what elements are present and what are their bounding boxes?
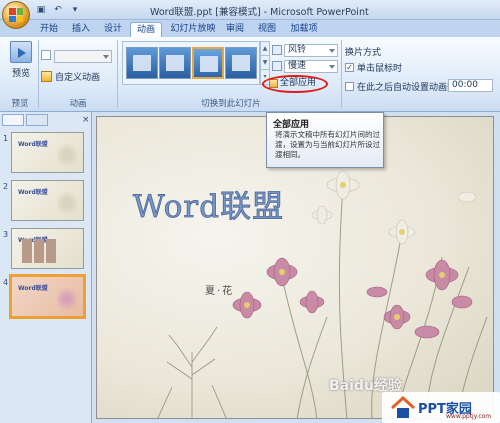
tab-slides[interactable] bbox=[2, 114, 24, 126]
transition-sound-row bbox=[272, 45, 282, 55]
group-divider bbox=[117, 40, 118, 108]
slide-number: 3 bbox=[3, 230, 9, 239]
tab-insert[interactable]: 插入 bbox=[68, 22, 94, 37]
animation-icon bbox=[41, 50, 51, 60]
transition-sound-select[interactable]: 风铃 bbox=[284, 44, 338, 57]
custom-animation-icon bbox=[41, 71, 52, 82]
flower-image bbox=[57, 285, 77, 313]
slide-thumbnail-1[interactable]: Word联盟 bbox=[11, 132, 84, 173]
ribbon-tabs: 开始 插入 设计 动画 幻灯片放映 审阅 视图 加载项 bbox=[0, 20, 500, 37]
transition-speed-value: 慢速 bbox=[288, 61, 307, 71]
transition-option-2[interactable] bbox=[159, 47, 191, 79]
speed-icon bbox=[272, 61, 282, 71]
preview-button-label: 预览 bbox=[11, 69, 30, 79]
transition-sound-value: 风铃 bbox=[288, 45, 307, 55]
chevron-down-icon bbox=[329, 49, 335, 53]
slide-thumbnail-2[interactable]: Word联盟 bbox=[11, 180, 84, 221]
slide-number: 2 bbox=[3, 182, 9, 191]
ribbon: 预览 预览 自定义动画 动画 ▲ ▼ ▾ 风铃 慢速 全部应用 切换到此幻灯片 bbox=[0, 37, 500, 112]
tab-home[interactable]: 开始 bbox=[36, 22, 62, 37]
slides-panel: × 1 Word联盟 2 Word联盟 3 Word联盟 4 Word联盟 bbox=[0, 112, 92, 423]
tab-view[interactable]: 视图 bbox=[254, 22, 280, 37]
office-logo-icon bbox=[9, 8, 23, 22]
slide-title[interactable]: Word联盟 bbox=[133, 181, 284, 226]
advance-slide-title: 换片方式 bbox=[345, 48, 382, 58]
auto-advance-time-input[interactable]: 00:00 bbox=[448, 79, 493, 92]
preview-button[interactable]: 预览 bbox=[6, 41, 36, 87]
animation-group-label: 动画 bbox=[69, 99, 87, 109]
auto-advance-checkbox[interactable] bbox=[345, 82, 354, 91]
close-icon[interactable]: × bbox=[82, 115, 90, 125]
title-bar: ▣ ↶ ▾ Word联盟.ppt [兼容模式] - Microsoft Powe… bbox=[0, 0, 500, 20]
transition-icon bbox=[232, 55, 250, 71]
slide-number: 1 bbox=[3, 134, 9, 143]
custom-animation-label: 自定义动画 bbox=[55, 73, 101, 83]
slide-subtitle[interactable]: 夏·花 bbox=[205, 282, 234, 297]
window-title: Word联盟.ppt [兼容模式] - Microsoft PowerPoint bbox=[150, 7, 369, 18]
transition-option-1[interactable] bbox=[126, 47, 158, 79]
sound-icon bbox=[272, 45, 282, 55]
brand-url: www.pptjy.com bbox=[446, 413, 492, 420]
tab-slideshow[interactable]: 幻灯片放映 bbox=[168, 22, 218, 37]
apply-all-tooltip: 全部应用 将演示文稿中所有幻灯片间的过渡，设置为与当前幻灯片所设过渡相同。 bbox=[266, 112, 384, 168]
house-logo-icon bbox=[390, 396, 416, 418]
highlight-ring bbox=[262, 75, 328, 93]
scroll-down-icon[interactable]: ▼ bbox=[261, 56, 269, 70]
transition-gallery bbox=[122, 41, 260, 85]
transition-icon bbox=[133, 55, 151, 71]
slide-number: 4 bbox=[3, 278, 9, 287]
group-divider bbox=[341, 40, 342, 108]
ppt-jiayuan-logo: PPT家园 www.pptjy.com bbox=[382, 392, 500, 423]
transition-option-3[interactable] bbox=[192, 47, 224, 79]
scroll-up-icon[interactable]: ▲ bbox=[261, 42, 269, 56]
chevron-down-icon bbox=[329, 65, 335, 69]
tab-addins[interactable]: 加载项 bbox=[286, 22, 322, 37]
custom-animation-button[interactable]: 自定义动画 bbox=[41, 70, 100, 83]
animation-select[interactable] bbox=[54, 50, 112, 63]
tab-animations[interactable]: 动画 bbox=[130, 22, 162, 37]
preview-icon bbox=[10, 41, 32, 63]
chevron-down-icon bbox=[103, 55, 109, 59]
slide-thumbnail-3[interactable]: Word联盟 bbox=[11, 228, 84, 269]
office-button[interactable] bbox=[2, 1, 30, 29]
quick-access-toolbar: ▣ ↶ ▾ bbox=[34, 3, 82, 16]
tab-review[interactable]: 审阅 bbox=[222, 22, 248, 37]
transition-option-4[interactable] bbox=[225, 47, 257, 79]
thumbnail-title: Word联盟 bbox=[18, 141, 48, 148]
flower-image bbox=[57, 141, 77, 169]
thumbnail-title: Word联盟 bbox=[18, 189, 48, 196]
on-click-checkbox[interactable]: ✓ bbox=[345, 63, 354, 72]
tab-design[interactable]: 设计 bbox=[100, 22, 126, 37]
transition-speed-select[interactable]: 慢速 bbox=[284, 60, 338, 73]
tooltip-title: 全部应用 bbox=[273, 120, 310, 130]
group-divider bbox=[38, 40, 39, 108]
transition-speed-row bbox=[272, 61, 282, 71]
preview-group-label: 预览 bbox=[11, 99, 29, 109]
thumbnail-title: Word联盟 bbox=[18, 285, 48, 292]
flower-image bbox=[57, 189, 77, 217]
save-icon[interactable]: ▣ bbox=[34, 3, 48, 16]
qat-dropdown-icon[interactable]: ▾ bbox=[68, 3, 82, 16]
panel-tabs: × bbox=[2, 114, 90, 126]
transition-group-label: 切换到此幻灯片 bbox=[201, 99, 261, 109]
transition-icon bbox=[166, 55, 184, 71]
transition-icon bbox=[200, 56, 218, 72]
photo-collage-image bbox=[22, 239, 58, 263]
undo-icon[interactable]: ↶ bbox=[51, 3, 65, 16]
tooltip-body: 将演示文稿中所有幻灯片间的过渡，设置为与当前幻灯片所设过渡相同。 bbox=[275, 130, 380, 159]
slide-thumbnail-4[interactable]: Word联盟 bbox=[9, 274, 86, 319]
on-click-label: 单击鼠标时 bbox=[357, 64, 403, 74]
tab-outline[interactable] bbox=[26, 114, 48, 126]
on-click-option[interactable]: ✓ 单击鼠标时 bbox=[345, 61, 402, 74]
